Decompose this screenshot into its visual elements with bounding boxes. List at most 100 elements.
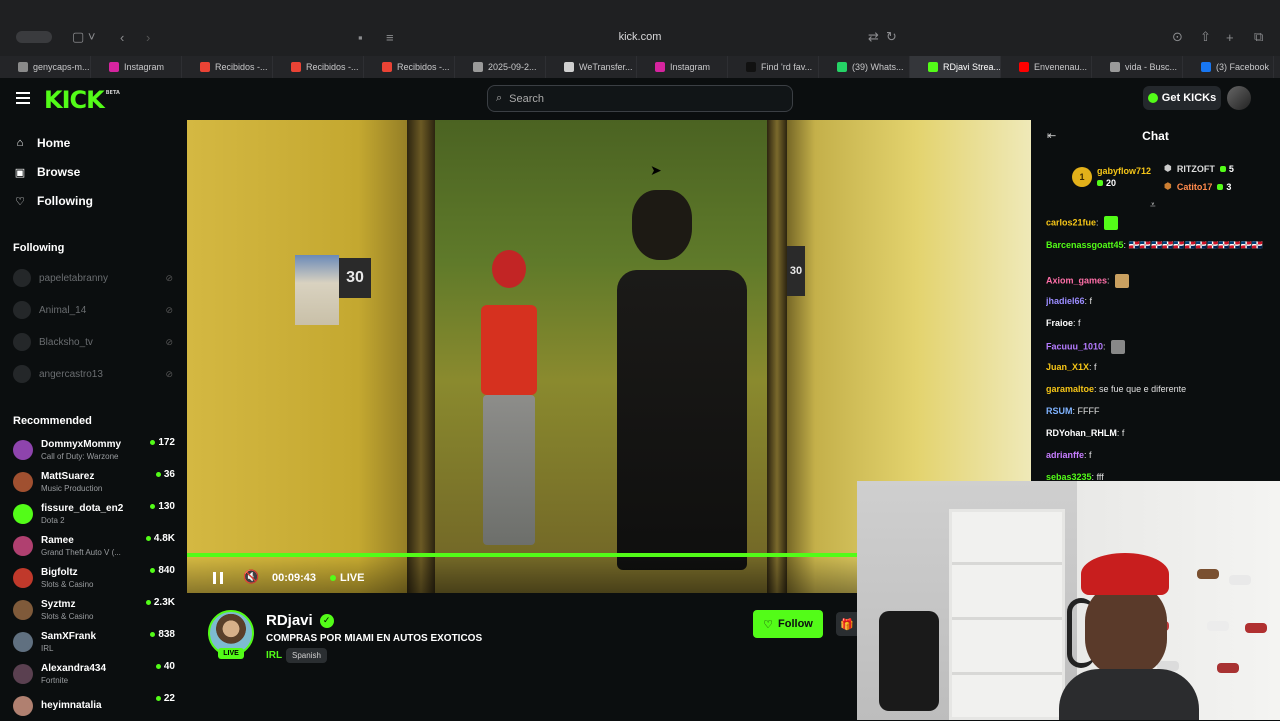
browser-tab[interactable]: genycaps-m...	[0, 56, 91, 78]
gift-icon[interactable]: 🎁	[836, 612, 858, 636]
stream-category[interactable]: IRL	[266, 650, 282, 661]
gift-count: 3	[1217, 182, 1231, 192]
recommended-channel[interactable]: MattSuarez Music Production 36	[13, 467, 175, 497]
chat-username[interactable]: Axiom_games	[1046, 275, 1107, 285]
recommended-channel[interactable]: Syztmz Slots & Casino 2.3K	[13, 595, 175, 625]
back-arrow-icon[interactable]: ‹	[120, 28, 124, 46]
channel-name: Animal_14	[39, 304, 87, 316]
browser-tab[interactable]: 2025-09-2...	[455, 56, 546, 78]
following-channel[interactable]: Blacksho_tv ⊘	[13, 333, 173, 351]
search-input[interactable]: ⌕ Search	[487, 85, 793, 112]
logo-text: KICK	[44, 86, 105, 114]
sidebar-toggle-icon[interactable]: ▢ ˅	[72, 28, 96, 46]
recommended-channel[interactable]: SamXFrank IRL 838	[13, 627, 175, 657]
chat-username[interactable]: RSUM	[1046, 406, 1073, 416]
chat-username[interactable]: Fraioe	[1046, 318, 1073, 328]
recommended-channel[interactable]: heyimnatalia 22	[13, 691, 175, 721]
heart-icon: ♡	[763, 618, 774, 631]
channel-name: Blacksho_tv	[39, 336, 93, 348]
pause-icon[interactable]	[213, 572, 223, 584]
channel-info: MattSuarez Music Production	[41, 471, 148, 493]
address-bar[interactable]: kick.com	[560, 28, 720, 46]
chat-username[interactable]: Facuuu_1010	[1046, 341, 1103, 351]
window-controls[interactable]	[16, 28, 52, 46]
streamer-name[interactable]: RDjavi ✓	[266, 612, 334, 629]
chat-emote-icon	[1111, 340, 1126, 354]
new-tab-icon[interactable]: +	[1226, 28, 1234, 46]
follow-button[interactable]: ♡ Follow	[753, 610, 823, 638]
browser-tab[interactable]: Recibidos -...	[182, 56, 273, 78]
chat-username[interactable]: RDYohan_RHLM	[1046, 428, 1117, 438]
translate-icon[interactable]: ⇄	[868, 28, 879, 46]
chat-username[interactable]: carlos21fue	[1046, 217, 1096, 227]
sidebar-nav-home[interactable]: ⌂ Home	[13, 136, 71, 150]
channel-avatar	[13, 536, 33, 556]
viewer-count: 22	[156, 693, 175, 704]
mute-icon[interactable]: 🔇	[243, 569, 259, 585]
tab-favicon-icon	[382, 62, 392, 72]
sidebar-nav-following[interactable]: ♡ Following	[13, 194, 93, 208]
chat-emote-icon	[1115, 274, 1130, 288]
room-number-sign: 30	[339, 258, 371, 298]
sidebar-nav-label: Browse	[37, 165, 81, 179]
browser-tab[interactable]: Recibidos -...	[364, 56, 455, 78]
chat-message: adrianffe: f	[1046, 450, 1271, 460]
channel-category: Fortnite	[41, 676, 69, 685]
recommended-channel[interactable]: Bigfoltz Slots & Casino 840	[13, 563, 175, 593]
recommended-channel[interactable]: Alexandra434 Fortnite 40	[13, 659, 175, 689]
forward-arrow-icon[interactable]: ›	[146, 28, 150, 46]
chat-username[interactable]: adrianffe	[1046, 450, 1084, 460]
get-kicks-button[interactable]: Get KICKs	[1143, 86, 1221, 110]
user-avatar[interactable]	[1227, 86, 1251, 110]
channel-avatar	[13, 600, 33, 620]
progress-bar-fill[interactable]	[187, 553, 862, 557]
reload-icon[interactable]: ↻	[886, 28, 897, 46]
stream-uptime: 00:09:43	[272, 572, 317, 584]
top-gifter[interactable]: 1 gabyflow712 20	[1072, 166, 1151, 188]
chat-separator: :	[1107, 275, 1113, 286]
download-icon[interactable]: ⊙	[1172, 28, 1183, 46]
viewer-count: 840	[150, 565, 175, 576]
webcam-streamer	[1059, 543, 1199, 720]
channel-name: Bigfoltz	[41, 567, 78, 578]
reader-icon[interactable]: ≡	[386, 28, 394, 46]
browser-tab[interactable]: RDjavi Strea...	[910, 56, 1001, 78]
gifter-name: RITZOFT	[1176, 163, 1215, 174]
gifter[interactable]: ⬢ RITZOFT 5	[1164, 163, 1234, 174]
share-icon[interactable]: ⇧	[1200, 28, 1211, 46]
recommended-channel[interactable]: DommyxMommy Call of Duty: Warzone 172	[13, 435, 175, 465]
browser-tab[interactable]: Recibidos -...	[273, 56, 364, 78]
following-channel[interactable]: Animal_14 ⊘	[13, 301, 173, 319]
tab-label: Instagram	[670, 62, 711, 72]
streamer-name-text: RDjavi	[266, 612, 313, 629]
browser-tab[interactable]: (39) Whats...	[819, 56, 910, 78]
channel-avatar	[13, 504, 33, 524]
live-indicator[interactable]: LIVE	[330, 572, 364, 584]
gifter[interactable]: ⬢ Catito17 3	[1164, 181, 1231, 192]
language-tag[interactable]: Spanish	[286, 648, 327, 663]
chat-username[interactable]: Juan_X1X	[1046, 362, 1089, 372]
tab-overview-icon[interactable]: ⧉	[1254, 28, 1263, 46]
channel-info: Bigfoltz Slots & Casino	[41, 567, 142, 589]
sidebar-nav-browse[interactable]: ▣ Browse	[13, 165, 81, 179]
browser-tab[interactable]: vida - Busc...	[1092, 56, 1183, 78]
browser-tab[interactable]: Instagram	[637, 56, 728, 78]
expand-gifters-icon[interactable]: ⩡	[1150, 200, 1156, 211]
following-channel[interactable]: papeletabranny ⊘	[13, 269, 173, 287]
browser-tab[interactable]: WeTransfer...	[546, 56, 637, 78]
chat-username[interactable]: jhadiel66	[1046, 296, 1085, 306]
kick-logo[interactable]: KICK BETA	[44, 86, 120, 114]
offline-icon: ⊘	[165, 304, 173, 315]
video-door-frame	[767, 120, 787, 593]
browser-tab[interactable]: (3) Facebook	[1183, 56, 1274, 78]
browser-tab[interactable]: Find 'rd fav...	[728, 56, 819, 78]
recommended-channel[interactable]: fissure_dota_en2 Dota 2 130	[13, 499, 175, 529]
browser-tab[interactable]: Envenenau...	[1001, 56, 1092, 78]
chat-username[interactable]: Barcenassgoatt45	[1046, 240, 1124, 250]
browser-tab[interactable]: Instagram	[91, 56, 182, 78]
recommended-channel[interactable]: Ramee Grand Theft Auto V (... 4.8K	[13, 531, 175, 561]
chat-username[interactable]: garamaltoe	[1046, 384, 1094, 394]
extension-icon[interactable]: ▪	[358, 28, 363, 46]
hamburger-menu-icon[interactable]	[16, 92, 30, 104]
following-channel[interactable]: angercastro13 ⊘	[13, 365, 173, 383]
